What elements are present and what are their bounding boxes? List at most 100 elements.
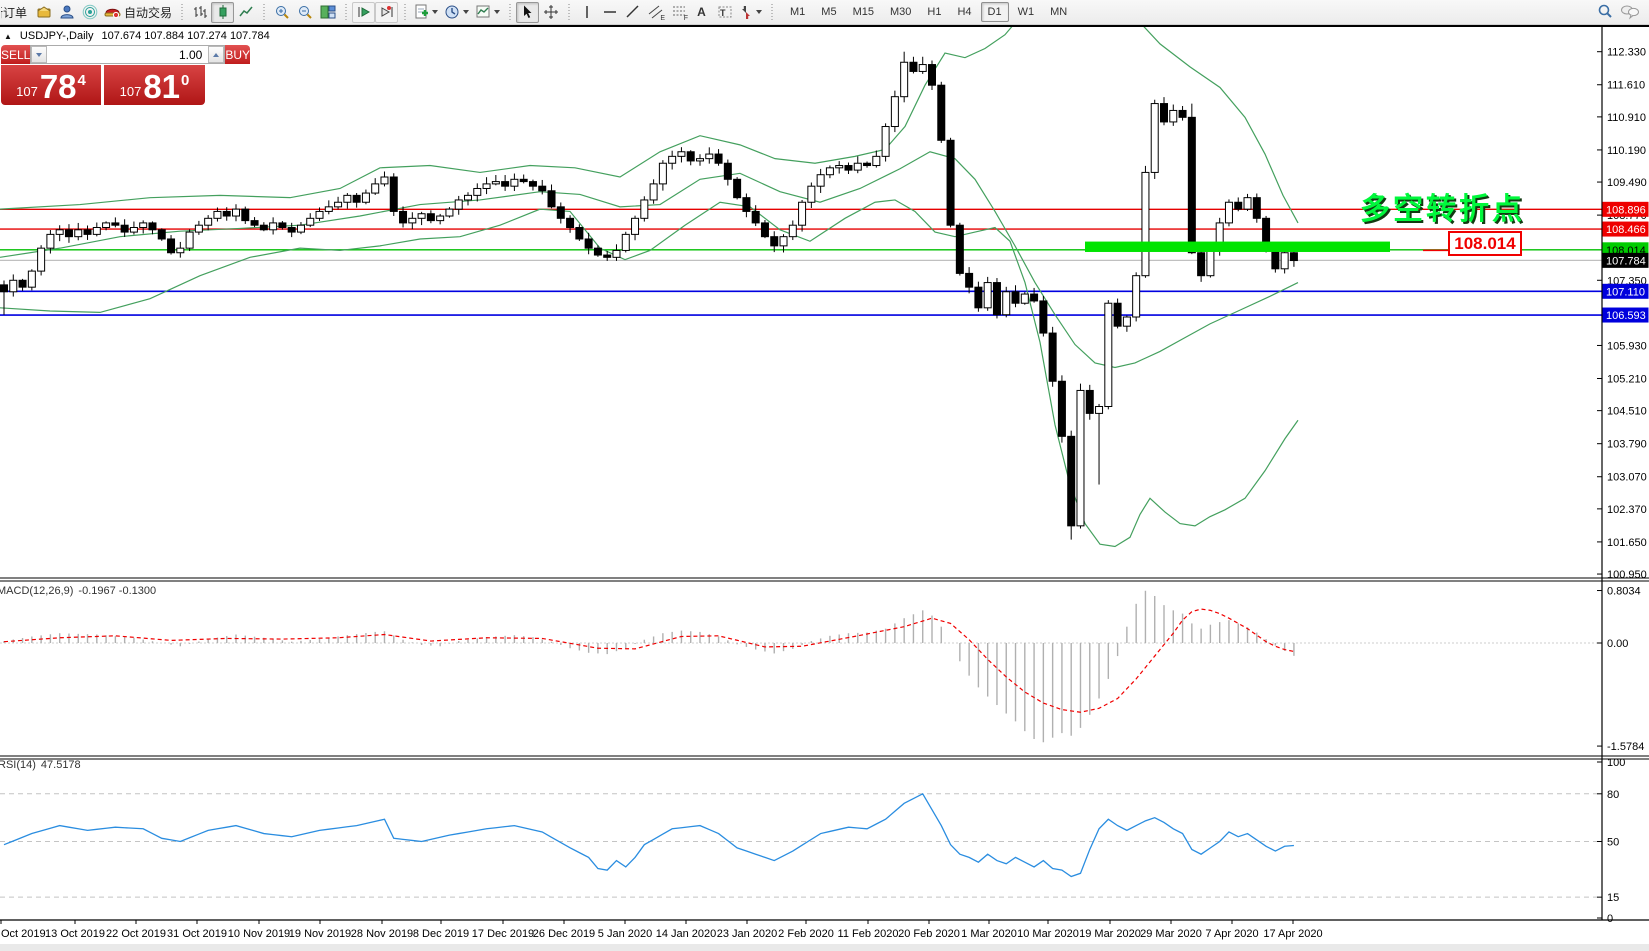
candle[interactable] [669, 156, 676, 163]
timeframe-button-MN[interactable]: MN [1043, 2, 1074, 22]
candle[interactable] [808, 186, 815, 202]
timeframe-button-H1[interactable]: H1 [920, 2, 948, 22]
candle[interactable] [1151, 104, 1158, 173]
candle[interactable] [19, 280, 26, 287]
time-axis[interactable]: Oct 201913 Oct 201922 Oct 201931 Oct 201… [1, 920, 1323, 940]
candle[interactable] [168, 239, 175, 253]
candle[interactable] [1225, 202, 1232, 223]
candle[interactable] [1031, 294, 1038, 301]
candle[interactable] [474, 188, 481, 195]
candle[interactable] [993, 283, 1000, 315]
candle[interactable] [919, 65, 926, 72]
candle[interactable] [437, 216, 444, 221]
candle[interactable] [882, 127, 889, 157]
candle[interactable] [93, 227, 100, 234]
candle[interactable] [1105, 303, 1112, 406]
candle[interactable] [715, 154, 722, 163]
candle[interactable] [594, 248, 601, 255]
candle[interactable] [233, 209, 240, 216]
horizontal-line-button[interactable] [598, 2, 621, 23]
candle[interactable] [929, 65, 936, 86]
candle[interactable] [75, 230, 82, 237]
candle[interactable] [260, 225, 267, 230]
support-zone-bar[interactable] [1085, 242, 1390, 252]
candle[interactable] [706, 154, 713, 159]
candle[interactable] [1012, 292, 1019, 303]
candle[interactable] [622, 234, 629, 250]
candle[interactable] [38, 248, 45, 271]
vertical-line-button[interactable] [575, 2, 598, 23]
turning-point-annotation[interactable]: 多空转折点 [1360, 184, 1525, 228]
candle[interactable] [938, 85, 945, 140]
candle[interactable] [984, 283, 991, 308]
candle[interactable] [678, 152, 685, 157]
candle[interactable] [28, 271, 35, 287]
candle[interactable] [130, 227, 137, 232]
candle[interactable] [947, 140, 954, 225]
candle[interactable] [1179, 110, 1186, 117]
chart-shift-button[interactable] [375, 2, 398, 23]
candle[interactable] [325, 207, 332, 212]
candle[interactable] [56, 230, 63, 235]
candle[interactable] [400, 211, 407, 222]
candle[interactable] [205, 218, 212, 225]
candle[interactable] [975, 287, 982, 308]
candle[interactable] [724, 163, 731, 179]
candle[interactable] [826, 168, 833, 175]
candle[interactable] [557, 207, 564, 218]
candle[interactable] [1207, 250, 1214, 275]
trendline-button[interactable] [621, 2, 644, 23]
candle[interactable] [1188, 117, 1195, 252]
candle[interactable] [381, 177, 388, 184]
candle[interactable] [910, 62, 917, 71]
bar-chart-button[interactable] [188, 2, 211, 23]
equidistant-channel-button[interactable]: E [644, 2, 667, 23]
periods-button[interactable] [441, 2, 472, 23]
candle[interactable] [10, 280, 17, 291]
candle[interactable] [520, 179, 527, 181]
candle[interactable] [1161, 104, 1168, 122]
candle[interactable] [344, 195, 351, 202]
candle[interactable] [418, 214, 425, 219]
candle[interactable] [789, 225, 796, 236]
candle[interactable] [502, 182, 509, 187]
candle[interactable] [650, 184, 657, 200]
candle[interactable] [771, 237, 778, 246]
candle[interactable] [1114, 303, 1121, 326]
candle[interactable] [1049, 333, 1056, 381]
candle[interactable] [529, 182, 536, 187]
candle[interactable] [1003, 292, 1010, 315]
candle[interactable] [427, 214, 434, 221]
zoom-out-button[interactable] [293, 2, 316, 23]
candle[interactable] [84, 230, 91, 235]
signal-button[interactable] [78, 2, 101, 23]
candle[interactable] [1068, 436, 1075, 526]
candle[interactable] [1123, 317, 1130, 326]
candle[interactable] [576, 227, 583, 238]
tile-windows-button[interactable] [316, 2, 339, 23]
candle[interactable] [465, 195, 472, 200]
candle[interactable] [223, 211, 230, 216]
fibonacci-button[interactable]: F [667, 2, 690, 23]
sell-price-display[interactable]: 107 78 4 [1, 65, 101, 105]
candle[interactable] [1058, 381, 1065, 436]
candle[interactable] [891, 97, 898, 127]
candle[interactable] [455, 200, 462, 209]
candlestick-chart-button[interactable] [211, 2, 234, 23]
line-chart-button[interactable] [234, 2, 257, 23]
templates-button[interactable] [472, 2, 503, 23]
candle[interactable] [1253, 198, 1260, 219]
candle[interactable] [47, 234, 54, 248]
candle[interactable] [112, 223, 119, 225]
candle[interactable] [632, 218, 639, 234]
candle[interactable] [752, 211, 759, 222]
timeframe-button-W1[interactable]: W1 [1011, 2, 1042, 22]
candle[interactable] [1133, 276, 1140, 317]
candle[interactable] [140, 223, 147, 228]
zoom-in-button[interactable] [270, 2, 293, 23]
sell-button[interactable]: SELL [1, 45, 30, 64]
candle[interactable] [149, 223, 156, 230]
candle[interactable] [492, 182, 499, 184]
rsi-pane[interactable] [0, 794, 1602, 897]
candle[interactable] [659, 163, 666, 184]
